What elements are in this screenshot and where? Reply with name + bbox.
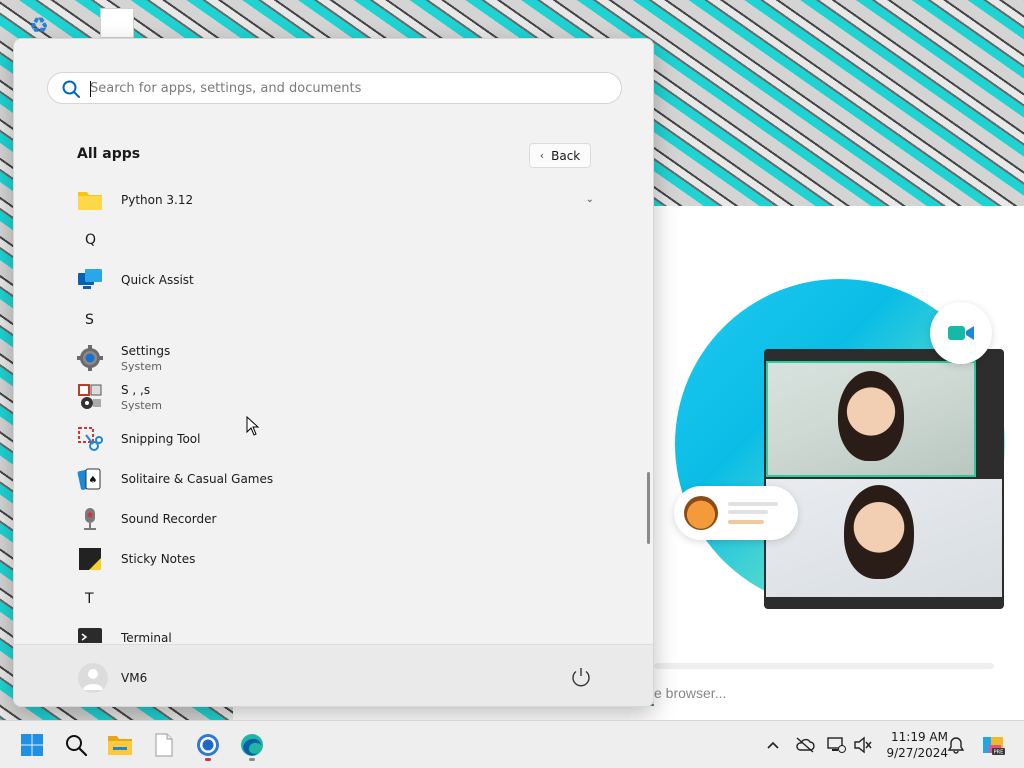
start-icon (21, 734, 43, 756)
app-name: Snipping Tool (121, 432, 201, 446)
running-indicator (205, 758, 211, 761)
quick-assist-icon (77, 267, 103, 293)
list-item-settings[interactable]: Settings System (74, 340, 594, 376)
search-box[interactable] (47, 72, 622, 104)
start-menu: All apps ‹ Back Python 3.12 ⌄ Q Quick As… (13, 38, 654, 707)
video-tile-top (766, 361, 976, 477)
speaker-muted-icon[interactable] (853, 735, 873, 755)
list-item-sticky-notes[interactable]: Sticky Notes (74, 541, 594, 577)
list-item-terminal[interactable]: Terminal (74, 620, 594, 643)
app-name: Python 3.12 (121, 193, 194, 207)
fox-avatar-icon (684, 496, 718, 530)
list-item-quick-assist[interactable]: Quick Assist (74, 262, 594, 298)
app-name: Terminal (121, 631, 172, 643)
chevron-down-icon[interactable]: ⌄ (586, 194, 594, 205)
copilot-icon[interactable]: PRE (980, 733, 1006, 757)
text-caret (90, 81, 91, 97)
list-item-sound-recorder[interactable]: Sound Recorder (74, 501, 594, 537)
svg-text:♠: ♠ (89, 475, 98, 486)
letter-header[interactable]: S (85, 312, 94, 328)
app-list-scrollbar[interactable] (647, 472, 650, 544)
services-icon (77, 384, 103, 410)
search-icon (62, 80, 80, 98)
start-menu-footer: VM6 (14, 644, 653, 706)
chat-bubble (674, 486, 798, 540)
chevron-up-icon[interactable] (763, 735, 783, 755)
list-item-snipping-tool[interactable]: Snipping Tool (74, 421, 594, 457)
taskbar-search-button[interactable] (58, 727, 94, 763)
running-indicator (249, 758, 255, 761)
svg-text:PRE: PRE (994, 750, 1004, 756)
search-input[interactable] (90, 77, 610, 99)
bell-icon[interactable] (946, 735, 966, 755)
app-subtitle: System (121, 359, 163, 373)
gear-icon (77, 345, 103, 371)
letter-header[interactable]: T (85, 591, 94, 607)
browser-caption: e browser... (654, 685, 727, 701)
app-name: S , ,s (121, 382, 151, 397)
browser-window: e browser... (654, 206, 1024, 720)
chrome-icon (197, 734, 219, 756)
user-avatar-icon[interactable] (78, 663, 108, 693)
search-icon (66, 735, 88, 757)
video-call-illustration (764, 349, 1004, 609)
progress-track (654, 663, 994, 669)
chevron-left-icon: ‹ (539, 149, 545, 162)
all-apps-list[interactable]: Python 3.12 ⌄ Q Quick Assist S Settings … (14, 180, 653, 643)
all-apps-title: All apps (77, 146, 141, 162)
clock-date: 9/27/2024 (886, 746, 948, 760)
app-subtitle: System (121, 398, 163, 412)
letter-header[interactable]: Q (85, 232, 96, 248)
file-explorer-button[interactable] (102, 727, 138, 763)
file-explorer-icon (108, 736, 132, 755)
sticky-notes-icon (77, 546, 103, 572)
folder-icon (77, 187, 103, 213)
recycle-bin-icon[interactable]: ♻ (26, 14, 52, 40)
terminal-icon (77, 625, 103, 643)
user-name[interactable]: VM6 (121, 671, 147, 685)
person-image (844, 485, 914, 579)
app-name: Sound Recorder (121, 512, 217, 526)
snipping-tool-icon (77, 426, 103, 452)
notepad-icon (155, 733, 173, 757)
list-item-solitaire[interactable]: ♠ Solitaire & Casual Games (74, 461, 594, 497)
list-item-services[interactable]: S , ,s System (74, 379, 594, 415)
clock-time: 11:19 AM (891, 730, 948, 744)
system-clock[interactable]: 11:19 AM 9/27/2024 (878, 729, 948, 761)
edge-button[interactable] (234, 727, 270, 763)
app-name: Quick Assist (121, 273, 194, 287)
back-button[interactable]: ‹ Back (529, 143, 591, 168)
app-name: Settings (121, 343, 171, 358)
app-name: Sticky Notes (121, 552, 196, 566)
power-icon[interactable] (569, 665, 593, 689)
notepad-button[interactable] (146, 727, 182, 763)
back-button-label: Back (551, 148, 581, 163)
edge-icon (241, 734, 263, 756)
network-icon[interactable] (826, 735, 846, 755)
microphone-icon (77, 506, 103, 532)
video-camera-icon (930, 302, 992, 364)
mouse-cursor-icon (246, 416, 260, 436)
list-item-python[interactable]: Python 3.12 ⌄ (74, 182, 594, 218)
cards-icon: ♠ (77, 466, 103, 492)
browser-window-edge (233, 706, 654, 720)
start-button[interactable] (14, 727, 50, 763)
cloud-offline-icon[interactable] (795, 735, 815, 755)
app-name: Solitaire & Casual Games (121, 472, 274, 486)
video-tile-bottom (766, 479, 1002, 597)
desktop-file-icon[interactable] (100, 8, 134, 38)
chrome-button[interactable] (190, 727, 226, 763)
taskbar: 11:19 AM 9/27/2024 PRE (0, 720, 1024, 768)
person-image (838, 371, 904, 461)
